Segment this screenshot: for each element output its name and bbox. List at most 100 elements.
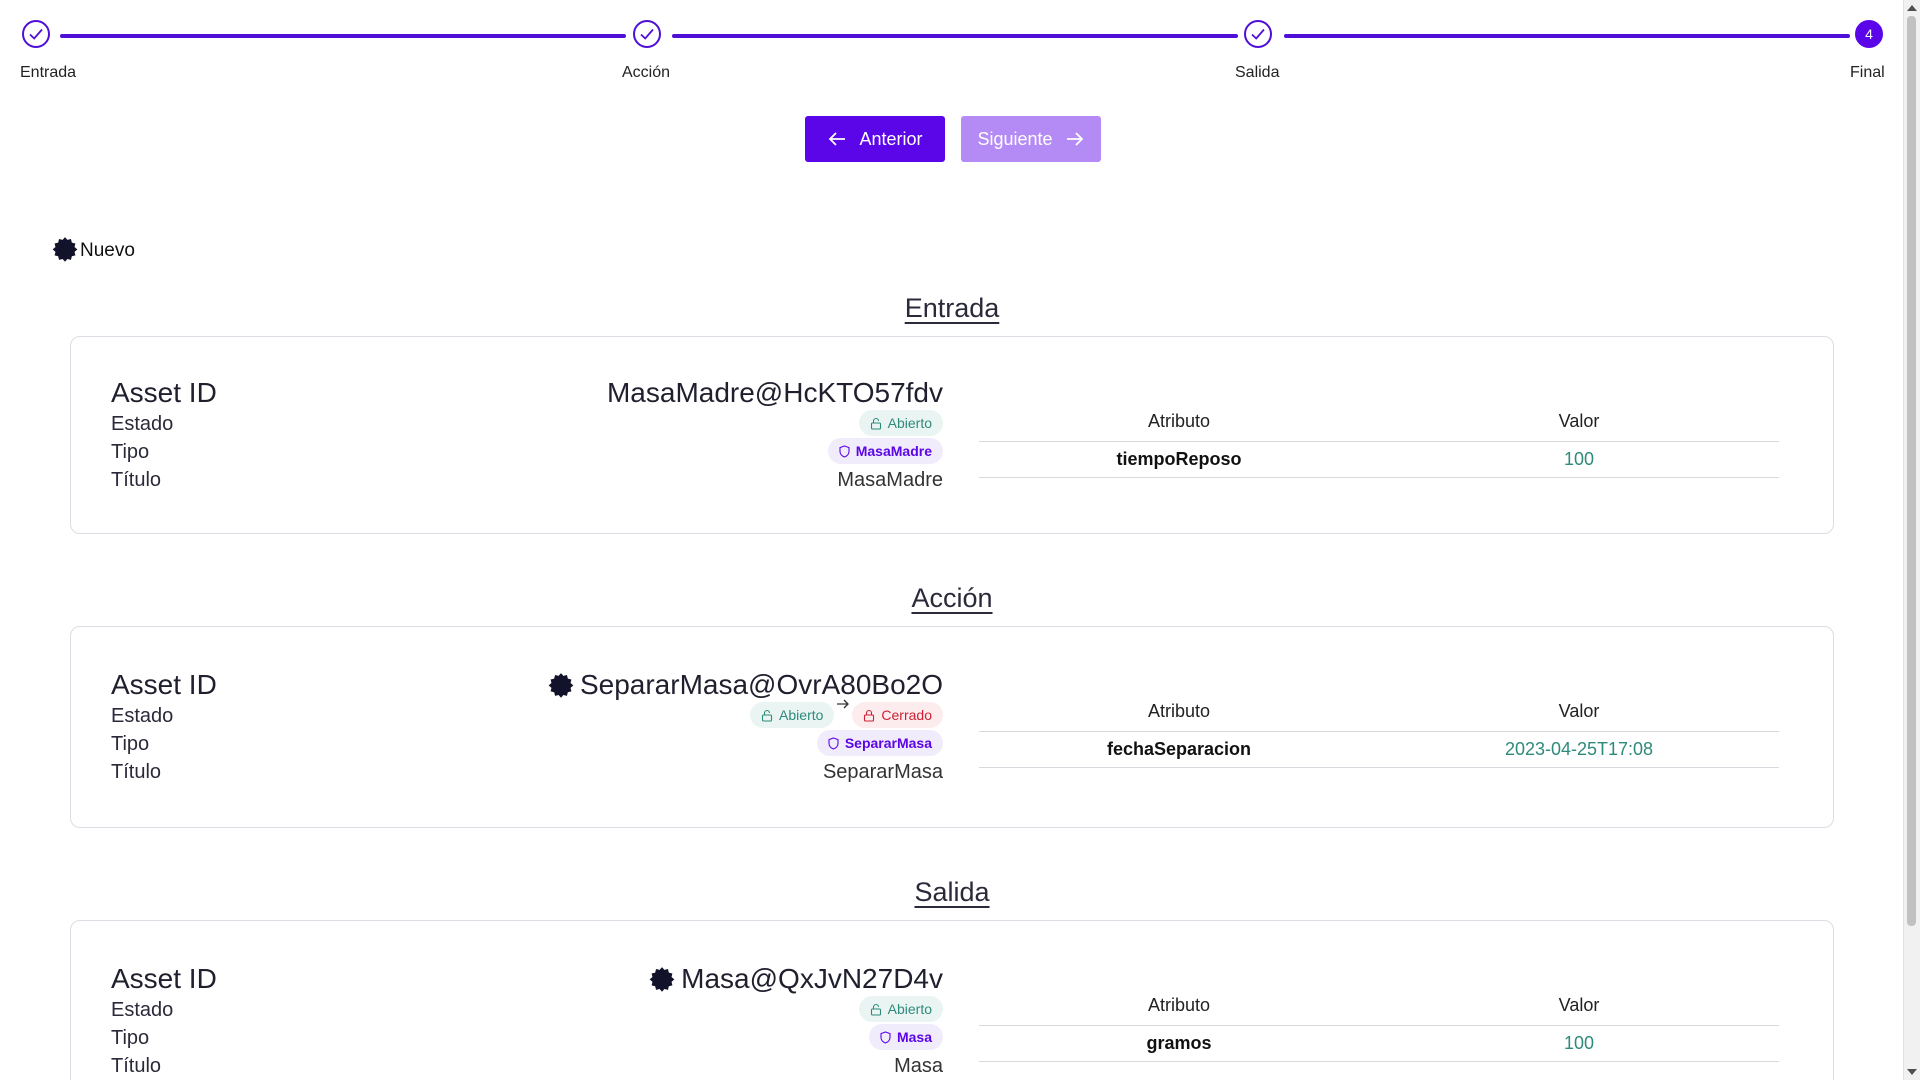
type-text: MasaMadre bbox=[855, 443, 932, 459]
scroll-up-icon[interactable] bbox=[1907, 5, 1917, 11]
step-final[interactable]: 4 bbox=[1853, 18, 1889, 54]
asset-details: Asset ID SepararMasa@OvrA80Bo2O Estado A… bbox=[111, 669, 943, 785]
asset-id-key: Asset ID bbox=[111, 963, 217, 994]
column-header-value: Valor bbox=[1558, 411, 1600, 431]
tipo-chips: Masa bbox=[868, 1024, 943, 1050]
shield-icon bbox=[880, 1030, 891, 1044]
asset-card-entrada: Asset ID MasaMadre@HcKTO57fdv Estado Abi… bbox=[70, 336, 1834, 534]
column-header-value: Valor bbox=[1558, 701, 1600, 721]
asset-details: Asset ID MasaMadre@HcKTO57fdv Estado Abi… bbox=[111, 377, 943, 493]
asset-id-row: Asset ID MasaMadre@HcKTO57fdv bbox=[111, 377, 943, 409]
asset-id-value: Masa@QxJvN27D4v bbox=[649, 963, 943, 995]
step-salida[interactable] bbox=[1242, 18, 1278, 54]
status-text: Abierto bbox=[779, 707, 824, 723]
estado-row: Estado Abierto Cerrado bbox=[111, 699, 943, 729]
attributes-table-header: Atributo Valor bbox=[979, 695, 1779, 732]
tipo-row: Tipo MasaMadre bbox=[111, 437, 943, 465]
attributes-table-header: Atributo Valor bbox=[979, 989, 1779, 1026]
column-header-attribute: Atributo bbox=[1147, 411, 1211, 431]
asset-card-accion: Asset ID SepararMasa@OvrA80Bo2O Estado A… bbox=[70, 626, 1834, 828]
step-label: Entrada bbox=[20, 64, 77, 81]
titulo-key: Título bbox=[111, 1055, 162, 1077]
tipo-key: Tipo bbox=[111, 441, 150, 463]
attribute-value: 2023-04-25T17:08 bbox=[1504, 739, 1654, 759]
tipo-key: Tipo bbox=[111, 733, 150, 755]
step-number: 4 bbox=[1855, 20, 1883, 48]
estado-row: Estado Abierto bbox=[111, 409, 943, 437]
status-text: Abierto bbox=[887, 1001, 932, 1017]
column-header-value: Valor bbox=[1558, 995, 1600, 1015]
vertical-scrollbar[interactable] bbox=[1903, 0, 1920, 1080]
tipo-key: Tipo bbox=[111, 1027, 150, 1049]
estado-row: Estado Abierto bbox=[111, 995, 943, 1023]
titulo-row: Título MasaMadre bbox=[111, 465, 943, 493]
tipo-row: Tipo SepararMasa bbox=[111, 729, 943, 757]
attribute-value: 100 bbox=[1563, 449, 1595, 469]
estado-key: Estado bbox=[111, 413, 174, 435]
step-connector bbox=[672, 34, 1238, 38]
shield-icon bbox=[839, 444, 850, 458]
asset-id-key: Asset ID bbox=[111, 377, 217, 408]
step-entrada[interactable] bbox=[20, 18, 56, 54]
step-connector bbox=[1284, 34, 1850, 38]
asset-id-value: SepararMasa@OvrA80Bo2O bbox=[548, 669, 943, 701]
type-badge: Masa bbox=[868, 1024, 943, 1050]
status-badge-open: Abierto bbox=[750, 702, 835, 728]
step-label: Salida bbox=[1235, 64, 1280, 81]
asset-details: Asset ID Masa@QxJvN27D4v Estado Abierto … bbox=[111, 963, 943, 1079]
step-label: Acción bbox=[622, 64, 671, 81]
type-text: SepararMasa bbox=[844, 735, 932, 751]
status-text: Abierto bbox=[887, 415, 932, 431]
attributes-table: Atributo Valor fechaSeparacion 2023-04-2… bbox=[979, 695, 1779, 768]
attribute-value: 100 bbox=[1563, 1033, 1595, 1053]
estado-key: Estado bbox=[111, 705, 174, 727]
asset-id-row: Asset ID SepararMasa@OvrA80Bo2O bbox=[111, 669, 943, 701]
table-row: gramos 100 bbox=[979, 1026, 1779, 1062]
column-header-attribute: Atributo bbox=[1147, 995, 1211, 1015]
status-badge-closed: Cerrado bbox=[852, 702, 943, 728]
previous-button[interactable]: Anterior bbox=[805, 116, 945, 162]
asset-id-text: Masa@QxJvN27D4v bbox=[681, 963, 943, 994]
table-row: tiempoReposo 100 bbox=[979, 442, 1779, 478]
titulo-value: SepararMasa bbox=[822, 761, 943, 783]
lock-open-icon bbox=[761, 709, 773, 722]
estado-chips: Abierto Cerrado bbox=[750, 699, 943, 728]
scrollbar-thumb[interactable] bbox=[1907, 16, 1916, 926]
stepper: Entrada Acción Salida 4 Final bbox=[20, 18, 1886, 88]
arrow-right-icon bbox=[1066, 132, 1083, 146]
step-label: Final bbox=[1850, 64, 1885, 81]
tipo-chips: SepararMasa bbox=[816, 730, 943, 756]
next-button-label: Siguiente bbox=[977, 128, 1053, 149]
step-accion[interactable] bbox=[631, 18, 667, 54]
check-icon bbox=[1244, 20, 1272, 48]
titulo-value: MasaMadre bbox=[837, 469, 943, 491]
section-title-accion: Acción bbox=[911, 583, 993, 613]
estado-chips: Abierto bbox=[858, 410, 943, 436]
new-badge: Nuevo bbox=[52, 226, 135, 262]
arrow-right-icon bbox=[837, 699, 850, 709]
attributes-table: Atributo Valor gramos 100 bbox=[979, 989, 1779, 1062]
attribute-name: gramos bbox=[1146, 1033, 1212, 1053]
attribute-name: fechaSeparacion bbox=[1106, 739, 1252, 759]
column-header-attribute: Atributo bbox=[1147, 701, 1211, 721]
status-text: Cerrado bbox=[881, 707, 932, 723]
titulo-key: Título bbox=[111, 469, 162, 491]
type-badge: SepararMasa bbox=[816, 730, 943, 756]
scroll-down-icon[interactable] bbox=[1907, 1069, 1917, 1075]
type-text: Masa bbox=[896, 1029, 932, 1045]
next-button[interactable]: Siguiente bbox=[961, 116, 1101, 162]
previous-button-label: Anterior bbox=[859, 128, 923, 149]
page: Entrada Acción Salida 4 Final Anterior S… bbox=[0, 0, 1904, 1080]
step-connector bbox=[60, 34, 626, 38]
new-seal-icon bbox=[649, 967, 675, 992]
asset-id-row: Asset ID Masa@QxJvN27D4v bbox=[111, 963, 943, 995]
titulo-row: Título Masa bbox=[111, 1051, 943, 1079]
lock-open-icon bbox=[870, 1003, 881, 1016]
shield-icon bbox=[828, 736, 839, 750]
asset-card-salida: Asset ID Masa@QxJvN27D4v Estado Abierto … bbox=[70, 920, 1834, 1080]
type-badge: MasaMadre bbox=[827, 438, 943, 464]
new-seal-icon bbox=[548, 673, 574, 698]
arrow-left-icon bbox=[829, 132, 846, 146]
asset-id-text: MasaMadre@HcKTO57fdv bbox=[606, 377, 943, 408]
tipo-chips: MasaMadre bbox=[827, 438, 943, 464]
